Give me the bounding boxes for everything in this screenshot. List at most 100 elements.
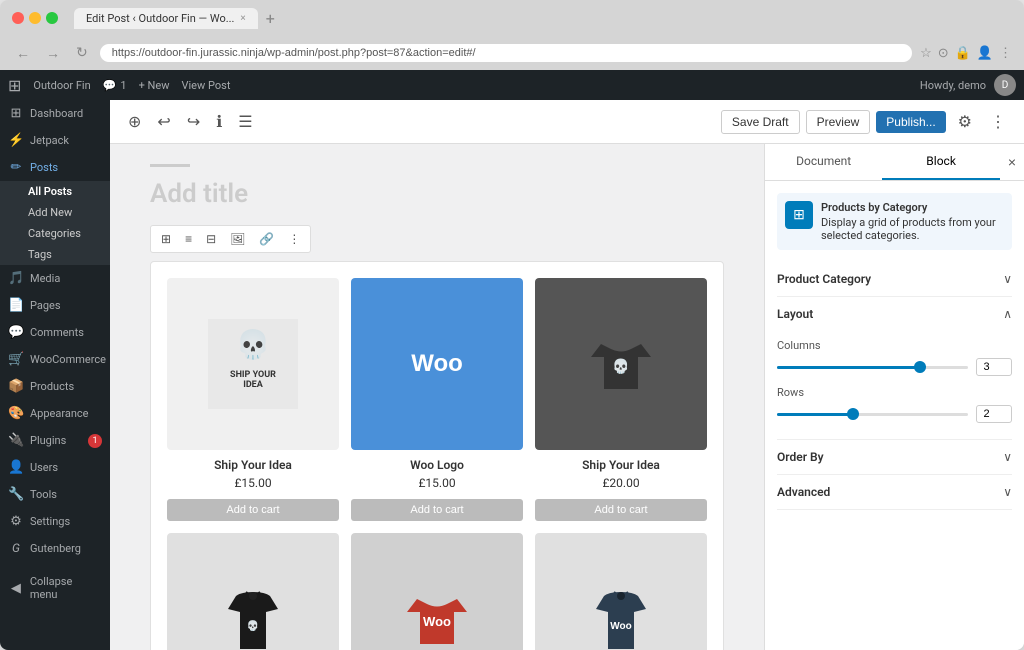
image-btn[interactable]: 🖼 [224,228,251,250]
columns-slider-thumb[interactable] [914,361,926,373]
order-by-chevron: ∨ [1003,450,1012,464]
product-image: 💀 SHIP YOUR IDEA [167,278,339,450]
sidebar-item-users[interactable]: 👤 Users [0,454,110,481]
sidebar-collapse-btn[interactable]: ◀ Collapse menu [0,569,110,607]
profile-icon[interactable]: 👤 [977,46,993,61]
sidebar-item-appearance[interactable]: 🎨 Appearance [0,400,110,427]
info-btn[interactable]: ℹ [210,106,228,138]
table-view-btn[interactable]: ⊟ [200,228,222,250]
advanced-chevron: ∨ [1003,485,1012,499]
forward-btn[interactable]: → [42,43,64,64]
advanced-header[interactable]: Advanced ∨ [777,475,1012,509]
back-btn[interactable]: ← [12,43,34,64]
list-view-btn-block[interactable]: ≡ [179,228,198,250]
hoodie-black-svg: 💀 [208,574,298,650]
preview-btn[interactable]: Preview [806,110,871,134]
view-post-btn[interactable]: View Post [182,79,231,92]
rows-slider[interactable] [777,413,968,416]
block-info-text: Products by Category Display a grid of p… [821,201,1004,242]
add-to-cart-btn[interactable]: Add to cart [535,499,707,521]
refresh-btn[interactable]: ↻ [72,43,92,63]
publish-btn[interactable]: Publish... [876,111,945,133]
title-divider [150,164,190,167]
gutenberg-icon: G [8,541,24,555]
redo-btn[interactable]: ↪ [181,106,206,138]
panel-close-btn[interactable]: × [1000,144,1024,180]
rows-value-input[interactable] [976,405,1012,423]
address-bar: ← → ↻ ☆ ⊙ 🔒 👤 ⋮ [0,36,1024,70]
sidebar-item-woocommerce[interactable]: 🛒 WooCommerce [0,346,110,373]
sidebar-item-posts[interactable]: ✏ Posts [0,154,110,181]
tab-document[interactable]: Document [765,144,882,180]
more-block-btn[interactable]: ⋮ [282,228,306,250]
close-dot[interactable] [12,12,24,24]
tab-close-btn[interactable]: × [240,13,245,24]
sidebar-item-comments[interactable]: 💬 Comments [0,319,110,346]
product-image: 💀 [167,533,339,650]
sidebar-item-plugins[interactable]: 🔌 Plugins 1 [0,427,110,454]
sidebar-item-products[interactable]: 📦 Products [0,373,110,400]
reader-icon[interactable]: ⊙ [938,46,949,61]
woo-hoodie-navy-svg: Woo [576,574,666,650]
window-controls [12,12,58,24]
block-info-desc: Display a grid of products from your sel… [821,216,1004,242]
woo-icon: 🛒 [8,352,24,367]
sidebar-item-gutenberg[interactable]: G Gutenberg [0,535,110,561]
plugins-notification: 1 [88,434,102,448]
sidebar-item-categories[interactable]: Categories [0,223,110,244]
columns-value-input[interactable] [976,358,1012,376]
product-image: Woo [351,533,523,650]
site-name[interactable]: Outdoor Fin [33,79,90,92]
editor-area: Add title ⊞ ≡ ⊟ 🖼 🔗 ⋮ [110,144,1024,650]
grid-view-btn[interactable]: ⊞ [155,228,177,250]
layout-header[interactable]: Layout ∧ [777,297,1012,331]
active-tab[interactable]: Edit Post ‹ Outdoor Fin — Wo... × [74,8,258,29]
settings-toggle-btn[interactable]: ⚙ [952,106,978,138]
columns-slider[interactable] [777,366,968,369]
order-by-header[interactable]: Order By ∨ [777,440,1012,474]
sidebar-item-all-posts[interactable]: All Posts [0,181,110,202]
tab-block[interactable]: Block [882,144,999,180]
new-tab-btn[interactable]: + [262,9,279,28]
maximize-dot[interactable] [46,12,58,24]
sidebar-item-tags[interactable]: Tags [0,244,110,265]
more-icon[interactable]: ⋮ [999,46,1012,61]
layout-controls: Columns [777,331,1012,439]
avatar[interactable]: D [994,74,1016,96]
undo-btn[interactable]: ↩ [151,106,176,138]
comments-btn[interactable]: 💬 1 [103,79,127,92]
sidebar-item-pages[interactable]: 📄 Pages [0,292,110,319]
sidebar-item-jetpack[interactable]: ⚡ Jetpack [0,127,110,154]
block-editor[interactable]: Add title ⊞ ≡ ⊟ 🖼 🔗 ⋮ [110,144,764,650]
sidebar-item-add-new[interactable]: Add New [0,202,110,223]
add-to-cart-btn[interactable]: Add to cart [351,499,523,521]
link-btn[interactable]: 🔗 [253,228,280,250]
list-view-btn[interactable]: ☰ [232,106,258,138]
panel-tabs: Document Block × [765,144,1024,181]
more-options-btn[interactable]: ⋮ [984,106,1012,138]
post-title[interactable]: Add title [150,179,724,209]
minimize-dot[interactable] [29,12,41,24]
wp-logo-icon[interactable]: ⊞ [8,76,21,95]
browser-titlebar: Edit Post ‹ Outdoor Fin — Wo... × + [0,0,1024,36]
product-card: 💀 Ship Your Idea £30.00 – £35.00 [167,533,339,650]
sidebar-item-tools[interactable]: 🔧 Tools [0,481,110,508]
sidebar-item-settings[interactable]: ⚙ Settings [0,508,110,535]
rows-slider-thumb[interactable] [847,408,859,420]
star-icon[interactable]: ☆ [920,46,932,61]
sidebar-submenu-posts: All Posts Add New Categories Tags [0,181,110,265]
sidebar-item-dashboard[interactable]: ⊞ Dashboard [0,100,110,127]
new-btn[interactable]: + New [139,79,170,92]
product-category-header[interactable]: Product Category ∨ [777,262,1012,296]
block-toolbar: ⊞ ≡ ⊟ 🖼 🔗 ⋮ [150,225,311,253]
add-to-cart-btn[interactable]: Add to cart [167,499,339,521]
address-icons: ☆ ⊙ 🔒 👤 ⋮ [920,46,1012,61]
jetpack-icon: ⚡ [8,133,24,148]
url-input[interactable] [100,44,912,62]
product-name: Ship Your Idea [535,458,707,472]
save-draft-btn[interactable]: Save Draft [721,110,800,134]
sidebar-item-media[interactable]: 🎵 Media [0,265,110,292]
pages-icon: 📄 [8,298,24,313]
block-inserter-btn[interactable]: ⊕ [122,106,147,138]
block-info: ⊞ Products by Category Display a grid of… [777,193,1012,250]
